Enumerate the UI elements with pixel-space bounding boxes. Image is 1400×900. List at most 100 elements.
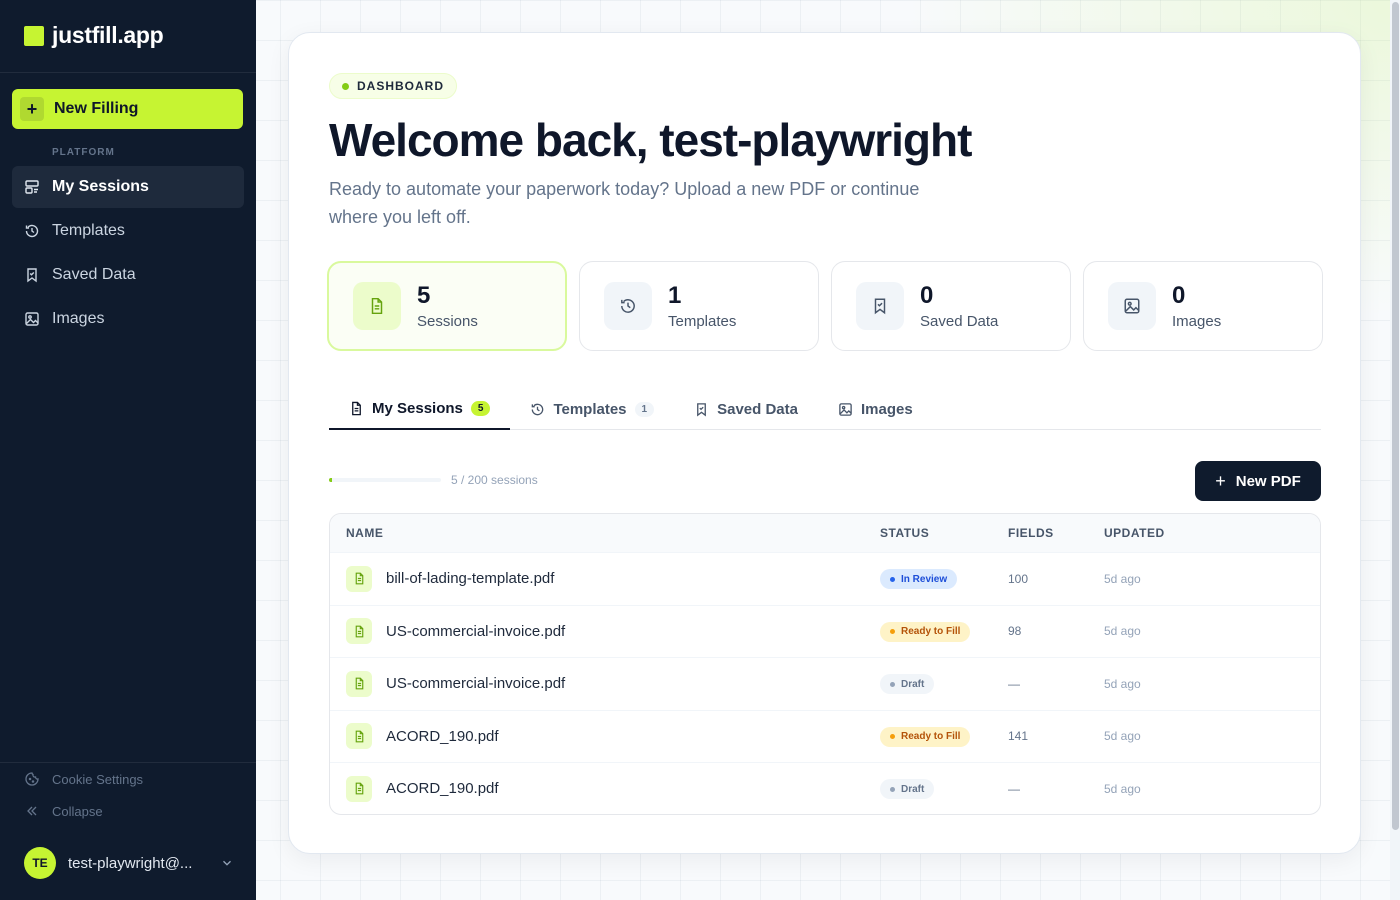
status-text: Draft — [901, 678, 925, 690]
sidebar-item-saved-data[interactable]: Saved Data — [12, 254, 244, 296]
sidebar-item-label: My Sessions — [52, 178, 149, 195]
stat-value: 0 — [920, 281, 934, 309]
image-icon — [1108, 282, 1156, 330]
sidebar-divider — [0, 72, 256, 73]
chevron-down-icon — [223, 860, 231, 866]
cell-name: bill-of-lading-template.pdf — [330, 565, 865, 592]
tab-label: Templates — [553, 400, 627, 418]
file-name[interactable]: ACORD_190.pdf — [386, 780, 499, 797]
stat-value: 0 — [1172, 281, 1186, 309]
tab-my-sessions[interactable]: My Sessions 5 — [329, 388, 511, 430]
plus-icon: + — [20, 97, 44, 121]
history-icon — [25, 224, 39, 238]
usage-progress-bar — [329, 478, 441, 482]
cookie-settings-link[interactable]: Cookie Settings — [24, 771, 143, 787]
sessions-icon — [25, 180, 39, 194]
sessions-table: NAME STATUS FIELDS UPDATED bill-of-ladin… — [329, 513, 1321, 815]
plus-icon: + — [1215, 470, 1226, 491]
table-header: NAME STATUS FIELDS UPDATED — [330, 514, 1320, 552]
usage-text: 5 / 200 sessions — [451, 473, 538, 487]
status-badge: Draft — [880, 674, 935, 694]
sidebar-item-label: Templates — [52, 222, 125, 239]
cookie-icon — [25, 772, 39, 786]
pdf-file-icon — [346, 723, 372, 750]
sidebar-divider — [0, 762, 256, 763]
chevrons-left-icon — [27, 806, 37, 816]
cell-updated: 5d ago — [1104, 571, 1141, 586]
column-header-fields: FIELDS — [1008, 526, 1054, 540]
new-pdf-button[interactable]: + New PDF — [1195, 461, 1321, 501]
page-scrollbar[interactable] — [1390, 0, 1400, 900]
sidebar-item-templates[interactable]: Templates — [12, 210, 244, 252]
bookmark-icon — [697, 402, 706, 416]
new-filling-button[interactable]: + New Filling — [12, 89, 243, 129]
pdf-file-icon — [346, 565, 372, 592]
file-name[interactable]: ACORD_190.pdf — [386, 728, 499, 745]
tab-label: Saved Data — [717, 400, 798, 418]
stat-label: Templates — [668, 312, 737, 330]
dashboard-card: DASHBOARD Welcome back, test-playwright … — [288, 32, 1361, 854]
pdf-file-icon — [346, 670, 372, 697]
cell-updated: 5d ago — [1104, 729, 1141, 744]
tab-images[interactable]: Images — [818, 388, 933, 430]
stat-label: Sessions — [417, 312, 478, 330]
logo-text: justfill.app — [52, 22, 164, 48]
status-dot-icon — [890, 734, 895, 739]
status-dot-icon — [890, 629, 895, 634]
document-icon — [353, 282, 401, 330]
history-icon — [604, 282, 652, 330]
scrollbar-thumb[interactable] — [1392, 2, 1399, 830]
sidebar-item-label: Images — [52, 310, 105, 327]
stat-card-templates[interactable]: 1 Templates — [579, 261, 819, 351]
bookmark-icon — [27, 268, 37, 283]
column-header-updated: UPDATED — [1104, 526, 1165, 540]
app-logo[interactable]: justfill.app — [24, 22, 164, 49]
status-text: Ready to Fill — [901, 626, 961, 637]
status-dot-icon — [890, 681, 895, 687]
tab-saved-data[interactable]: Saved Data — [674, 388, 818, 430]
file-name[interactable]: US-commercial-invoice.pdf — [386, 675, 565, 692]
sidebar-nav: My Sessions Templates Saved Data Images — [12, 166, 244, 342]
column-header-name: NAME — [346, 526, 384, 540]
session-usage: 5 / 200 sessions — [329, 473, 538, 487]
tab-count-badge: 5 — [470, 400, 491, 416]
stat-card-images[interactable]: 0 Images — [1083, 261, 1323, 351]
sidebar-item-my-sessions[interactable]: My Sessions — [12, 166, 244, 208]
cell-status: In Review — [865, 569, 993, 589]
stat-value: 1 — [668, 281, 682, 309]
page-title: Welcome back, test-playwright — [329, 114, 972, 166]
table-row[interactable]: ACORD_190.pdf Ready to Fill 141 5d ago — [330, 709, 1320, 763]
user-menu[interactable]: TE test-playwright@... — [24, 847, 234, 879]
table-row[interactable]: bill-of-lading-template.pdf In Review 100 5… — [330, 552, 1320, 605]
cell-fields: 98 — [1008, 624, 1022, 639]
sidebar-item-images[interactable]: Images — [12, 298, 244, 340]
new-filling-label: New Filling — [54, 100, 139, 117]
status-text: In Review — [901, 573, 948, 585]
usage-progress-fill — [329, 478, 332, 482]
table-row[interactable]: US-commercial-invoice.pdf Ready to Fill 98… — [330, 604, 1320, 658]
tab-label: My Sessions — [372, 399, 463, 417]
table-row[interactable]: US-commercial-invoice.pdf Draft — 5d ago — [330, 657, 1320, 710]
status-badge: Draft — [880, 779, 935, 799]
dashboard-badge: DASHBOARD — [329, 73, 457, 99]
page-subtitle: Ready to automate your paperwork today? … — [329, 179, 920, 227]
cell-fields: — — [1008, 676, 1020, 691]
cell-fields: 100 — [1008, 571, 1029, 586]
stat-card-sessions[interactable]: 5 Sessions — [327, 261, 567, 351]
table-row[interactable]: ACORD_190.pdf Draft — 5d ago — [330, 762, 1320, 814]
cell-status: Ready to Fill — [865, 726, 993, 747]
file-name[interactable]: US-commercial-invoice.pdf — [386, 623, 565, 640]
cell-name: ACORD_190.pdf — [330, 723, 865, 750]
user-name: test-playwright@... — [68, 854, 193, 872]
cell-name: ACORD_190.pdf — [330, 775, 865, 802]
stat-card-saved-data[interactable]: 0 Saved Data — [831, 261, 1071, 351]
dashboard-badge-label: DASHBOARD — [357, 79, 444, 93]
file-name[interactable]: bill-of-lading-template.pdf — [386, 570, 554, 587]
collapse-button[interactable]: Collapse — [24, 803, 103, 819]
image-icon — [839, 402, 852, 416]
status-badge: Ready to Fill — [880, 621, 971, 642]
history-icon — [532, 403, 544, 415]
cell-name: US-commercial-invoice.pdf — [330, 618, 865, 645]
cell-fields: — — [1008, 781, 1020, 796]
tab-templates[interactable]: Templates 1 — [510, 388, 674, 430]
